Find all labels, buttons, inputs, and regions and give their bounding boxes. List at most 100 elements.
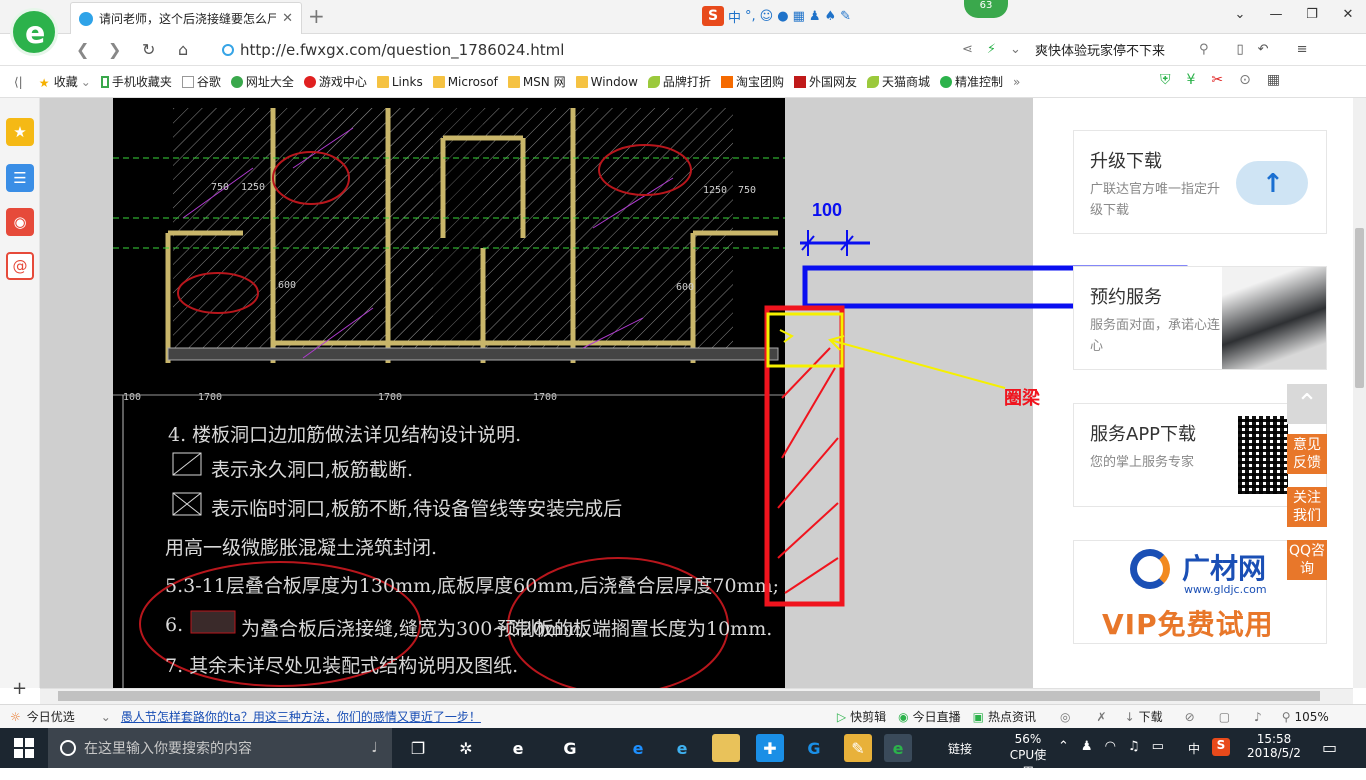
- reader-icon[interactable]: ☰: [6, 164, 34, 192]
- bookmark-item[interactable]: 淘宝团购: [720, 73, 784, 90]
- task-view-icon[interactable]: ❐: [404, 734, 432, 762]
- skin-button[interactable]: ⌄: [1222, 0, 1258, 30]
- status-item[interactable]: 热点资讯: [988, 708, 1036, 725]
- volume-icon[interactable]: ♫: [1128, 739, 1140, 754]
- sogou-tray-icon[interactable]: S: [1212, 738, 1230, 756]
- bookmark-item[interactable]: Links: [376, 75, 423, 89]
- today-picks[interactable]: 今日优选: [27, 708, 75, 725]
- bookmark-item[interactable]: 游戏中心: [303, 73, 367, 90]
- mobile-icon[interactable]: ▯: [1237, 42, 1244, 57]
- shield-icon[interactable]: ⛨: [1160, 72, 1171, 88]
- yen-icon[interactable]: ¥: [1187, 72, 1196, 88]
- vertical-scroll-thumb[interactable]: [1355, 228, 1364, 388]
- restore-button[interactable]: ❐: [1294, 0, 1330, 30]
- browser-taskbar-icon[interactable]: e: [504, 734, 532, 762]
- follow-us-button[interactable]: 关注我们: [1287, 487, 1327, 527]
- pinwheel-app-icon[interactable]: ✲: [452, 734, 480, 762]
- ime-punct[interactable]: °,: [745, 9, 756, 24]
- back-icon[interactable]: ❮: [76, 40, 89, 59]
- tab-close-icon[interactable]: ✕: [282, 11, 293, 26]
- bookmark-item[interactable]: 天猫商城: [866, 73, 930, 90]
- notification-center-icon[interactable]: ▭: [1322, 738, 1337, 757]
- menu-icon[interactable]: ≡: [1297, 42, 1308, 57]
- share-icon[interactable]: ⋖: [962, 42, 973, 57]
- tray-expand-icon[interactable]: ⌃: [1058, 739, 1069, 754]
- user-icon[interactable]: ♟: [809, 9, 821, 24]
- ime-toolbar[interactable]: S 中 °, ☺ ● ▦ ♟ ♠ ✎: [702, 5, 851, 27]
- file-explorer-icon[interactable]: [712, 734, 740, 762]
- emoji-icon[interactable]: ☺: [760, 9, 774, 24]
- glodon-g-icon[interactable]: G: [800, 734, 828, 762]
- lightning-icon[interactable]: ⚡: [987, 42, 996, 57]
- status-item[interactable]: 下载: [1139, 708, 1163, 725]
- favorites-icon[interactable]: ★: [6, 118, 34, 146]
- browser-tab[interactable]: 请问老师，这个后浇接缝要怎么尸 ✕: [70, 2, 302, 34]
- notification-badge[interactable]: 63: [964, 0, 1008, 18]
- wifi-icon[interactable]: ◠: [1105, 739, 1116, 754]
- ime-mode[interactable]: 中: [728, 7, 741, 26]
- bookmark-item[interactable]: Microsof: [432, 75, 498, 89]
- close-button[interactable]: ✕: [1330, 0, 1366, 30]
- bookmark-item[interactable]: MSN 网: [507, 73, 566, 90]
- horizontal-scroll-thumb[interactable]: [58, 691, 1320, 701]
- pin-icon[interactable]: ⊙: [1239, 72, 1251, 88]
- zoom-level[interactable]: 105%: [1295, 710, 1329, 724]
- feedback-button[interactable]: 意见反馈: [1287, 434, 1327, 474]
- sogou-ime-icon[interactable]: S: [702, 6, 724, 26]
- bookmark-item[interactable]: ★ 收藏 ⌄: [39, 73, 91, 90]
- minimize-button[interactable]: —: [1258, 0, 1294, 30]
- mic-icon[interactable]: ♩: [371, 740, 378, 756]
- clean-icon[interactable]: ⊘: [1185, 710, 1195, 724]
- vertical-scrollbar[interactable]: [1353, 98, 1366, 688]
- bookmark-item[interactable]: 手机收藏夹: [100, 73, 172, 90]
- weibo-icon[interactable]: ◉: [6, 208, 34, 236]
- expand-icon[interactable]: ⌄: [101, 710, 111, 724]
- back-to-top-icon[interactable]: ⌃: [1287, 384, 1327, 424]
- bookmark-item[interactable]: 外国网友: [793, 73, 857, 90]
- undo-icon[interactable]: ↶: [1258, 42, 1269, 57]
- cpu-usage[interactable]: 56% CPU使用: [1006, 732, 1050, 780]
- mute-icon[interactable]: ♪: [1254, 710, 1262, 724]
- gtj-app-icon[interactable]: G: [556, 734, 584, 762]
- windows-start-icon[interactable]: [14, 738, 34, 758]
- bookmark-item[interactable]: 品牌打折: [647, 73, 711, 90]
- grid-icon[interactable]: ▦: [1267, 72, 1280, 88]
- edge-icon[interactable]: e: [624, 734, 652, 762]
- appointment-service-card[interactable]: 预约服务 服务面对面，承诺心连心: [1073, 266, 1327, 370]
- browser-logo-icon[interactable]: e: [10, 8, 58, 56]
- search-icon[interactable]: ⚲: [1199, 42, 1209, 57]
- home-icon[interactable]: ⌂: [178, 40, 188, 59]
- qq-consult-button[interactable]: QQ咨询: [1287, 540, 1327, 580]
- ie-icon[interactable]: e: [668, 734, 696, 762]
- active-browser-icon[interactable]: e: [884, 734, 912, 762]
- speed-icon[interactable]: ◎: [1060, 710, 1070, 724]
- email-icon[interactable]: @: [6, 252, 34, 280]
- keyboard-tray-icon[interactable]: ▭: [1152, 739, 1164, 754]
- search-suggestion[interactable]: 爽快体验玩家停不下来: [1035, 40, 1165, 59]
- user-tray-icon[interactable]: ♟: [1081, 739, 1093, 754]
- bookmarks-more-button[interactable]: »: [1013, 75, 1020, 89]
- new-tab-button[interactable]: +: [308, 4, 325, 28]
- bookmark-item[interactable]: 网址大全: [230, 73, 294, 90]
- window-icon[interactable]: ▢: [1219, 710, 1230, 724]
- clock[interactable]: 15:58 2018/5/2: [1244, 732, 1304, 760]
- bookmark-item[interactable]: Window: [575, 75, 638, 89]
- tools-icon[interactable]: ✗: [1097, 710, 1107, 724]
- status-item[interactable]: 快剪辑: [850, 708, 886, 725]
- shirt-icon[interactable]: ♠: [825, 9, 837, 24]
- scissors-icon[interactable]: ✂: [1211, 72, 1223, 88]
- wrench-icon[interactable]: ✎: [840, 9, 851, 24]
- links-toolbar[interactable]: 链接: [948, 740, 972, 757]
- headline-link[interactable]: 愚人节怎样套路你的ta？用这三种方法，你们的感情又更近了一步！: [121, 708, 481, 725]
- add-icon[interactable]: +: [12, 678, 27, 699]
- keyboard-icon[interactable]: ▦: [793, 9, 805, 24]
- forward-icon[interactable]: ❯: [108, 40, 121, 59]
- language-indicator[interactable]: 中: [1188, 740, 1200, 757]
- upgrade-download-card[interactable]: 升级下载 广联达官方唯一指定升级下载 ↑: [1073, 130, 1327, 234]
- refresh-icon[interactable]: ↻: [142, 40, 155, 59]
- notepad-icon[interactable]: ✎: [844, 734, 872, 762]
- microphone-icon[interactable]: ●: [777, 9, 788, 24]
- status-item[interactable]: 今日直播: [913, 708, 961, 725]
- bookmark-item[interactable]: 谷歌: [181, 73, 221, 90]
- glodon-app-icon[interactable]: ✚: [756, 734, 784, 762]
